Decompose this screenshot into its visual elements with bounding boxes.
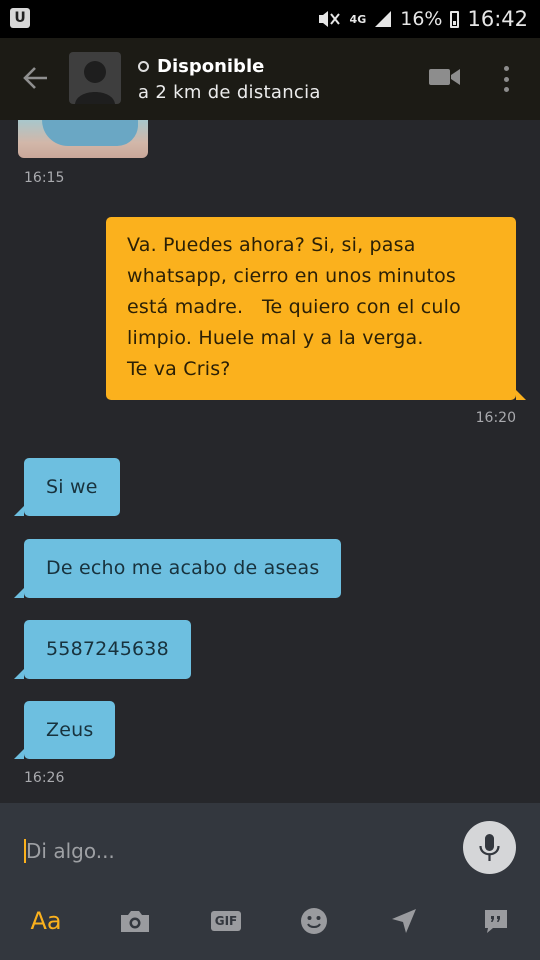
- emoji-button[interactable]: [298, 903, 330, 939]
- bubble-tail: [14, 669, 24, 679]
- location-button[interactable]: [388, 903, 420, 939]
- smiley-icon: [301, 908, 327, 934]
- more-options-button[interactable]: [496, 64, 516, 94]
- battery-icon: [450, 10, 460, 28]
- chat-header: Disponible a 2 km de distancia: [0, 38, 540, 120]
- network-type-label: 4G: [349, 12, 367, 26]
- outgoing-message[interactable]: Va. Puedes ahora? Si, si, pasa whatsapp,…: [106, 217, 516, 400]
- photo-message[interactable]: [18, 120, 148, 158]
- message-line: limpio. Huele mal y a la verga.: [127, 327, 424, 349]
- bubble-tail: [14, 749, 24, 759]
- text-format-button[interactable]: Aa: [28, 903, 64, 939]
- bubble-tail: [516, 390, 526, 400]
- incoming-message[interactable]: Si we: [24, 458, 120, 516]
- bubble-tail: [14, 506, 24, 516]
- status-dot-icon: [138, 61, 149, 72]
- photo-content: [42, 120, 138, 146]
- more-vertical-icon: [503, 66, 509, 71]
- quote-bubble-icon: [485, 910, 507, 933]
- app-notification-icon: U: [10, 8, 30, 28]
- camera-button[interactable]: [118, 903, 152, 939]
- back-button[interactable]: [18, 60, 54, 96]
- message-line: Va. Puedes ahora? Si, si, pasa: [127, 234, 416, 256]
- camera-icon: [121, 911, 149, 932]
- video-camera-icon: [429, 69, 460, 85]
- status-bar: U 4G 16% 16:42: [0, 0, 540, 38]
- distance-label: a 2 km de distancia: [138, 82, 321, 103]
- battery-percent: 16%: [400, 8, 443, 30]
- message-timestamp: 16:26: [24, 770, 65, 786]
- avatar[interactable]: [69, 52, 121, 104]
- message-line: está madre. Te quiero con el culo: [127, 296, 461, 318]
- message-line: Te va Cris?: [127, 358, 231, 380]
- video-call-button[interactable]: [428, 66, 462, 88]
- clock: 16:42: [467, 7, 528, 31]
- message-input[interactable]: Di algo...: [26, 833, 426, 869]
- gif-button[interactable]: GIF: [209, 903, 243, 939]
- incoming-message[interactable]: De echo me acabo de aseas: [24, 539, 342, 598]
- location-arrow-icon: [392, 909, 416, 933]
- online-status[interactable]: Disponible: [138, 56, 264, 77]
- default-profile-icon: [75, 61, 115, 104]
- microphone-icon: [479, 834, 500, 861]
- message-timestamp: 16:15: [24, 170, 65, 186]
- mute-vibrate-icon: [318, 11, 340, 27]
- gif-label: GIF: [210, 911, 242, 931]
- incoming-message[interactable]: Zeus: [24, 701, 116, 759]
- message-line: whatsapp, cierro en unos minutos: [127, 265, 457, 287]
- incoming-message[interactable]: 5587245638: [24, 620, 191, 679]
- message-composer: Di algo... Aa GIF: [0, 803, 540, 960]
- message-timestamp: 16:20: [475, 410, 516, 426]
- bubble-tail: [14, 588, 24, 598]
- status-label: Disponible: [157, 56, 265, 77]
- saved-phrases-button[interactable]: [480, 903, 512, 939]
- arrow-left-icon: [23, 67, 47, 89]
- status-icons: 4G 16% 16:42: [316, 0, 528, 38]
- signal-icon: [375, 11, 392, 27]
- voice-message-button[interactable]: [463, 821, 516, 874]
